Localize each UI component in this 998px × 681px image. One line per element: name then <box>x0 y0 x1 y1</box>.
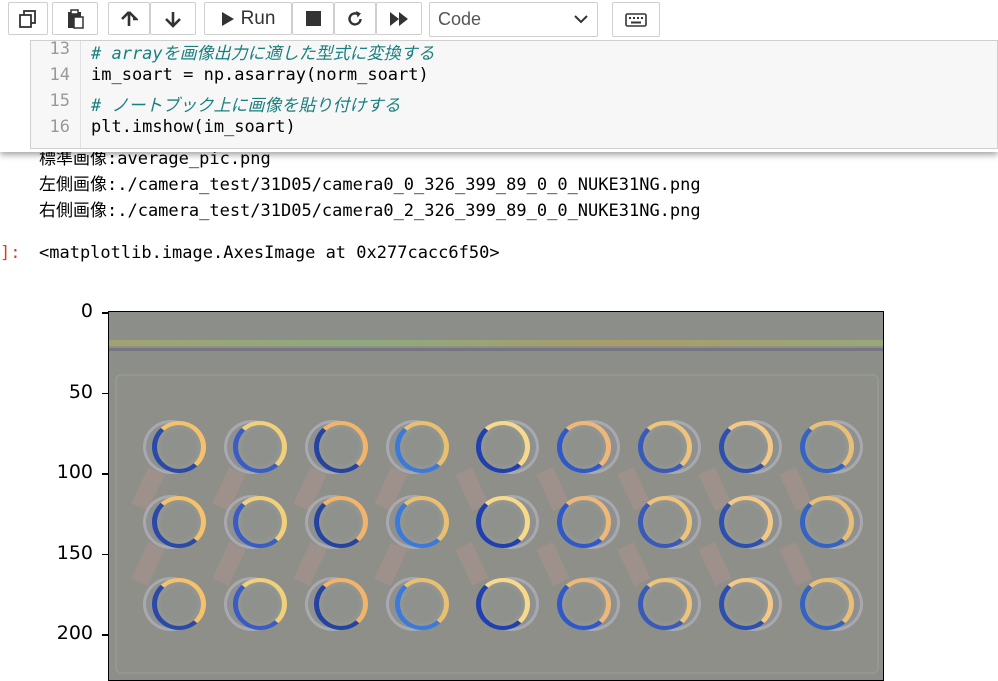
run-all-button[interactable] <box>376 2 422 35</box>
code-line: # ノートブック上に画像を貼り付けする <box>91 96 401 116</box>
run-label: Run <box>240 7 276 29</box>
cell-type-select[interactable]: Code <box>429 2 598 37</box>
code-line: # arrayを画像出力に適した型式に変換する <box>91 44 435 64</box>
hole <box>152 578 206 630</box>
hole <box>719 578 773 630</box>
hole <box>557 421 611 473</box>
output-prompt: ]: <box>0 243 21 263</box>
top-band <box>109 340 883 346</box>
fast-forward-icon <box>390 11 408 26</box>
y-tick-label: 200 <box>56 622 93 644</box>
hole <box>233 578 287 630</box>
line-number: 13 <box>49 39 70 59</box>
stdout-line: 左側画像:./camera_test/31D05/camera0_0_326_3… <box>39 175 701 195</box>
code-line: plt.imshow(im_soart) <box>91 117 296 137</box>
plot-axes <box>108 311 884 681</box>
y-tick-label: 50 <box>68 380 93 403</box>
restart-icon <box>348 10 362 26</box>
hole <box>476 578 530 630</box>
line-number: 16 <box>49 117 70 137</box>
paste-icon <box>68 8 84 29</box>
hole <box>638 578 692 630</box>
hole <box>638 421 692 473</box>
hole <box>800 496 854 548</box>
arrow-up-icon <box>121 10 138 26</box>
hole <box>557 578 611 630</box>
code-editor[interactable]: 13 14 15 16 # arrayを画像出力に適した型式に変換する im_s… <box>30 39 998 149</box>
hole <box>395 421 449 473</box>
hole <box>719 421 773 473</box>
copy-cell-button[interactable] <box>8 2 48 35</box>
hole <box>476 421 530 473</box>
stop-icon <box>305 11 321 26</box>
hole <box>314 421 368 473</box>
hole <box>800 578 854 630</box>
y-tick-label: 150 <box>56 541 93 564</box>
hole <box>719 496 773 548</box>
keyboard-icon <box>625 12 647 27</box>
line-number: 15 <box>49 91 70 111</box>
hole <box>800 421 854 473</box>
interrupt-button[interactable] <box>292 2 334 35</box>
move-up-button[interactable] <box>108 2 150 35</box>
y-tick-label: 0 <box>80 300 93 322</box>
copy-icon <box>19 9 36 28</box>
restart-kernel-button[interactable] <box>334 2 376 35</box>
hole <box>395 496 449 548</box>
hole <box>314 578 368 630</box>
play-icon <box>221 11 234 26</box>
hole <box>152 421 206 473</box>
command-palette-button[interactable] <box>612 2 660 37</box>
result-repr: <matplotlib.image.AxesImage at 0x277cacc… <box>39 243 500 263</box>
stdout-line: 右側画像:./camera_test/31D05/camera0_2_326_3… <box>39 201 701 221</box>
arrow-down-icon <box>165 11 181 28</box>
code-line: im_soart = np.asarray(norm_soart) <box>91 65 429 85</box>
top-band-dark <box>109 348 883 351</box>
cell-type-value: Code <box>438 9 482 29</box>
line-number-gutter: 13 14 15 16 <box>31 39 81 148</box>
run-button[interactable]: Run <box>204 2 292 35</box>
hole <box>152 496 206 548</box>
chevron-down-icon <box>574 15 588 24</box>
code-cell: 13 14 15 16 # arrayを画像出力に適した型式に変換する im_s… <box>0 39 998 152</box>
hole <box>395 578 449 630</box>
hole <box>233 496 287 548</box>
move-down-button[interactable] <box>150 2 196 35</box>
y-tick-label: 100 <box>56 461 93 483</box>
hole <box>314 496 368 548</box>
hole <box>476 496 530 548</box>
line-number: 14 <box>49 65 70 85</box>
hole <box>233 421 287 473</box>
notebook-toolbar: Run Code <box>0 0 998 40</box>
hole <box>557 496 611 548</box>
hole <box>638 496 692 548</box>
paste-cell-button[interactable] <box>52 2 98 35</box>
